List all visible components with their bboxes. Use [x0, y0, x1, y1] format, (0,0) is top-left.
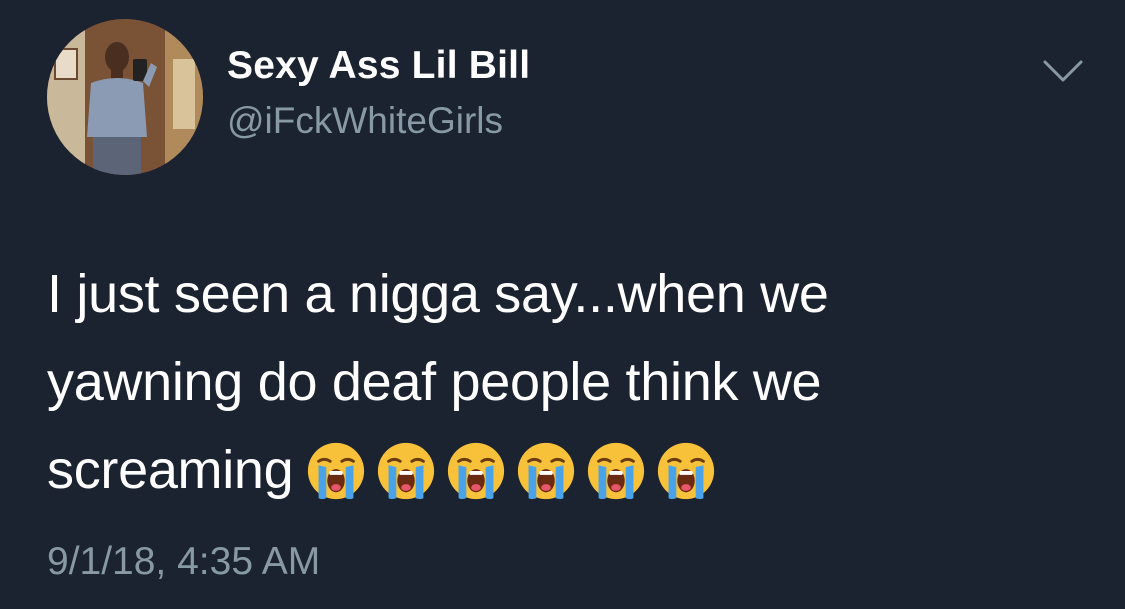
loudly-crying-face-icon: [658, 442, 715, 500]
loudly-crying-face-icon: [448, 442, 505, 500]
loudly-crying-face-icon: [308, 442, 365, 500]
tweet-text-line: I just seen a nigga say...when we: [47, 264, 829, 324]
tweet-timestamp[interactable]: 9/1/18, 4:35 AM: [47, 540, 320, 584]
tweet-text-line: yawning do deaf people think we: [47, 352, 822, 412]
tweet-body: I just seen a nigga say...when we yawnin…: [47, 250, 1087, 514]
author-handle[interactable]: @iFckWhiteGirls: [227, 100, 503, 142]
tweet-text-word: screaming: [47, 440, 294, 500]
emoji-row: [305, 440, 717, 502]
tweet-card: Sexy Ass Lil Bill @iFckWhiteGirls I just…: [0, 0, 1125, 609]
chevron-down-icon[interactable]: [1041, 56, 1085, 86]
profile-photo-icon: [47, 19, 203, 175]
loudly-crying-face-icon: [378, 442, 435, 500]
loudly-crying-face-icon: [588, 442, 645, 500]
author-avatar[interactable]: [47, 19, 203, 175]
author-display-name[interactable]: Sexy Ass Lil Bill: [227, 44, 530, 88]
tweet-text-line-last: screaming: [47, 426, 1087, 514]
loudly-crying-face-icon: [518, 442, 575, 500]
